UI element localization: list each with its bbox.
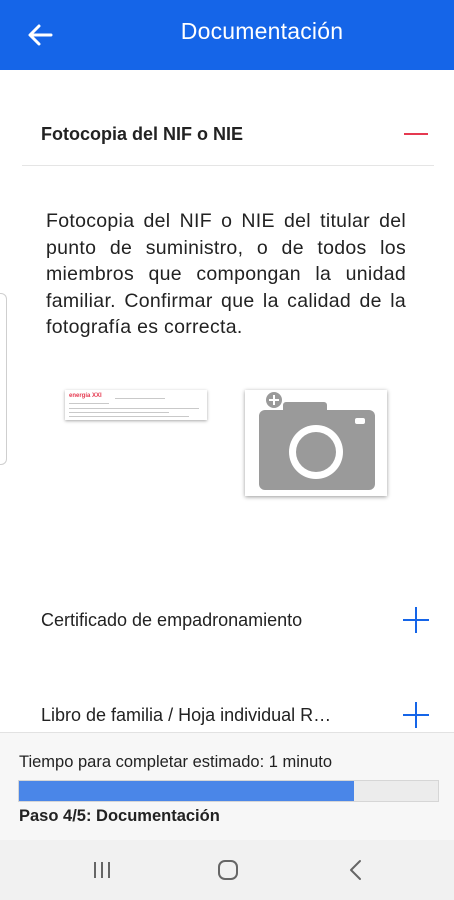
home-icon (218, 860, 238, 880)
brand-logo: energía XXI (69, 393, 102, 399)
plus-icon[interactable] (401, 700, 431, 730)
document-line (69, 408, 199, 409)
system-back-button[interactable] (336, 855, 376, 885)
uploaded-document-thumbnail[interactable]: energía XXI (65, 390, 207, 420)
divider (22, 165, 434, 166)
section-description: Fotocopia del NIF o NIE del titular del … (46, 210, 406, 338)
home-button[interactable] (208, 855, 248, 885)
page-title: Documentación (180, 18, 344, 44)
document-line (69, 412, 169, 413)
documents-list: Fotocopia del NIF o NIE Fotocopia del NI… (0, 70, 454, 732)
progress-bar (18, 780, 439, 802)
system-navigation-bar (0, 840, 454, 900)
document-line (69, 416, 189, 417)
recents-icon (94, 862, 110, 878)
plus-icon[interactable] (401, 605, 431, 635)
camera-icon (259, 392, 375, 490)
add-photo-button[interactable] (245, 390, 387, 496)
section-header-nif-nie[interactable]: Fotocopia del NIF o NIE (22, 103, 434, 165)
section-header-empadronamiento[interactable]: Certificado de empadronamiento (22, 589, 434, 651)
step-indicator: Paso 4/5: Documentación (19, 807, 220, 825)
app-bar: Documentación (0, 0, 454, 70)
document-line (69, 403, 109, 404)
progress-footer: Tiempo para completar estimado: 1 minuto… (0, 732, 454, 840)
edge-panel-handle[interactable] (0, 293, 7, 465)
estimated-time-text: Tiempo para completar estimado: 1 minuto (19, 753, 333, 771)
section-title: Libro de familia / Hoja individual R… (41, 704, 332, 725)
document-line (115, 398, 165, 399)
progress-bar-fill (19, 781, 355, 801)
section-header-libro-familia[interactable]: Libro de familia / Hoja individual R… (22, 684, 434, 732)
recents-button[interactable] (82, 855, 122, 885)
section-title: Fotocopia del NIF o NIE (41, 123, 243, 144)
section-title: Certificado de empadronamiento (41, 609, 303, 630)
back-chevron-icon (350, 860, 361, 880)
minus-icon[interactable] (401, 119, 431, 149)
